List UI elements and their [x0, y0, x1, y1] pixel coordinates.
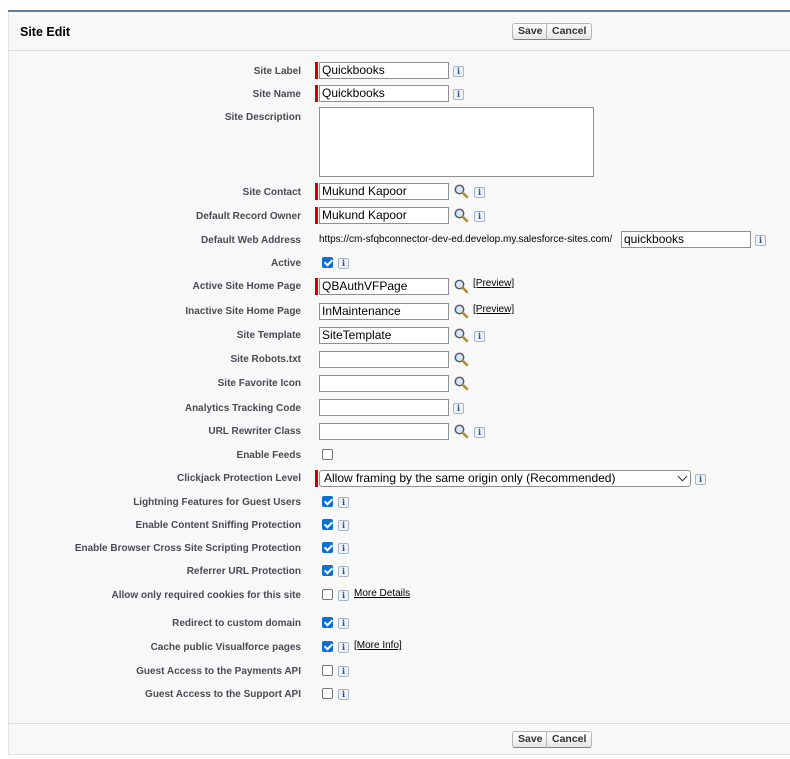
required-indicator — [315, 470, 318, 487]
lookup-magnifier-icon[interactable] — [453, 351, 469, 367]
site-description-label: Site Description — [224, 112, 301, 123]
required-cookies-label: Allow only required cookies for this sit… — [111, 590, 301, 601]
info-icon[interactable]: i — [338, 642, 349, 653]
info-icon[interactable]: i — [474, 331, 485, 342]
cache-vf-pages-label: Cache public Visualforce pages — [150, 642, 301, 653]
cancel-button-top[interactable]: Cancel — [546, 23, 593, 40]
info-icon[interactable]: i — [474, 187, 485, 198]
default-web-address-label: Default Web Address — [200, 235, 301, 246]
clickjack-selected-value: Allow framing by the same origin only (R… — [324, 471, 616, 485]
site-favicon-label: Site Favorite Icon — [217, 378, 301, 389]
redirect-custom-domain-label: Redirect to custom domain — [172, 618, 301, 629]
info-icon[interactable]: i — [755, 235, 766, 246]
inactive-home-page-label: Inactive Site Home Page — [185, 306, 301, 317]
info-icon[interactable]: i — [338, 666, 349, 677]
url-rewriter-label: URL Rewriter Class — [208, 426, 301, 437]
site-label-label: Site Label — [253, 66, 301, 77]
info-icon[interactable]: i — [453, 89, 464, 100]
info-icon[interactable]: i — [338, 689, 349, 700]
lightning-guest-label: Lightning Features for Guest Users — [133, 497, 301, 508]
clickjack-label: Clickjack Protection Level — [177, 473, 301, 484]
lookup-magnifier-icon[interactable] — [453, 375, 469, 391]
required-indicator — [315, 207, 318, 224]
lookup-magnifier-icon[interactable] — [453, 207, 469, 223]
lookup-magnifier-icon[interactable] — [453, 278, 469, 294]
enable-feeds-checkbox[interactable] — [322, 449, 333, 460]
content-sniffing-label: Enable Content Sniffing Protection — [135, 520, 301, 531]
page-title: Site Edit — [20, 25, 71, 39]
info-icon[interactable]: i — [695, 474, 706, 485]
chevron-down-icon — [677, 471, 688, 482]
info-icon[interactable]: i — [338, 566, 349, 577]
lookup-magnifier-icon[interactable] — [453, 327, 469, 343]
site-favicon-input[interactable] — [319, 375, 449, 392]
active-home-page-preview-link[interactable]: [Preview] — [473, 278, 514, 289]
more-info-link[interactable]: [More Info] — [354, 640, 402, 651]
info-icon[interactable]: i — [474, 211, 485, 222]
info-icon[interactable]: i — [338, 543, 349, 554]
save-button-top[interactable]: Save — [512, 23, 549, 40]
guest-payments-api-label: Guest Access to the Payments API — [136, 666, 301, 677]
inactive-home-page-preview-link[interactable]: [Preview] — [473, 304, 514, 315]
referrer-protection-label: Referrer URL Protection — [186, 566, 301, 577]
required-cookies-checkbox[interactable] — [322, 589, 333, 600]
info-icon[interactable]: i — [338, 497, 349, 508]
analytics-code-input[interactable] — [319, 399, 449, 416]
active-home-page-input[interactable]: QBAuthVFPage — [319, 278, 449, 295]
required-indicator — [315, 183, 318, 200]
referrer-protection-checkbox[interactable] — [322, 565, 333, 576]
xss-protection-label: Enable Browser Cross Site Scripting Prot… — [74, 543, 301, 554]
site-edit-panel: Site Edit Save Cancel Site Label Quickbo… — [8, 12, 790, 755]
site-description-textarea[interactable] — [319, 107, 594, 177]
info-icon[interactable]: i — [474, 427, 485, 438]
lookup-magnifier-icon[interactable] — [453, 423, 469, 439]
required-indicator — [315, 85, 318, 102]
web-address-input[interactable]: quickbooks — [621, 231, 751, 248]
info-icon[interactable]: i — [338, 590, 349, 601]
guest-support-api-label: Guest Access to the Support API — [145, 689, 301, 700]
cancel-button-bottom[interactable]: Cancel — [546, 731, 593, 748]
analytics-code-label: Analytics Tracking Code — [184, 403, 301, 414]
enable-feeds-label: Enable Feeds — [236, 450, 301, 461]
page-header: Site Edit Save Cancel — [9, 12, 790, 51]
default-record-owner-input[interactable]: Mukund Kapoor — [319, 207, 449, 224]
site-label-input[interactable]: Quickbooks — [319, 62, 449, 79]
site-contact-input[interactable]: Mukund Kapoor — [319, 183, 449, 200]
active-label: Active — [270, 258, 301, 269]
info-icon[interactable]: i — [338, 618, 349, 629]
save-button-bottom[interactable]: Save — [512, 731, 549, 748]
page-footer: Save Cancel — [9, 723, 790, 755]
active-checkbox[interactable] — [322, 257, 333, 268]
required-indicator — [315, 62, 318, 79]
lookup-magnifier-icon[interactable] — [453, 303, 469, 319]
info-icon[interactable]: i — [453, 66, 464, 77]
site-robots-input[interactable] — [319, 351, 449, 368]
site-name-label: Site Name — [252, 89, 301, 100]
content-sniffing-checkbox[interactable] — [322, 519, 333, 530]
url-rewriter-input[interactable] — [319, 423, 449, 440]
more-details-link[interactable]: More Details — [354, 588, 410, 599]
clickjack-select[interactable]: Allow framing by the same origin only (R… — [319, 470, 691, 487]
site-name-input[interactable]: Quickbooks — [319, 85, 449, 102]
xss-protection-checkbox[interactable] — [322, 542, 333, 553]
cache-vf-pages-checkbox[interactable] — [322, 641, 333, 652]
lightning-guest-checkbox[interactable] — [322, 496, 333, 507]
site-template-input[interactable]: SiteTemplate — [319, 327, 449, 344]
redirect-custom-domain-checkbox[interactable] — [322, 617, 333, 628]
info-icon[interactable]: i — [338, 258, 349, 269]
required-indicator — [315, 278, 318, 295]
site-template-label: Site Template — [236, 330, 301, 341]
site-robots-label: Site Robots.txt — [230, 354, 301, 365]
info-icon[interactable]: i — [453, 403, 464, 414]
inactive-home-page-input[interactable]: InMaintenance — [319, 303, 449, 320]
web-address-prefix: https://cm-sfqbconnector-dev-ed.develop.… — [319, 234, 613, 245]
guest-support-api-checkbox[interactable] — [322, 688, 333, 699]
site-contact-label: Site Contact — [242, 187, 301, 198]
lookup-magnifier-icon[interactable] — [453, 183, 469, 199]
default-record-owner-label: Default Record Owner — [195, 211, 301, 222]
active-home-page-label: Active Site Home Page — [192, 281, 301, 292]
info-icon[interactable]: i — [338, 520, 349, 531]
guest-payments-api-checkbox[interactable] — [322, 665, 333, 676]
